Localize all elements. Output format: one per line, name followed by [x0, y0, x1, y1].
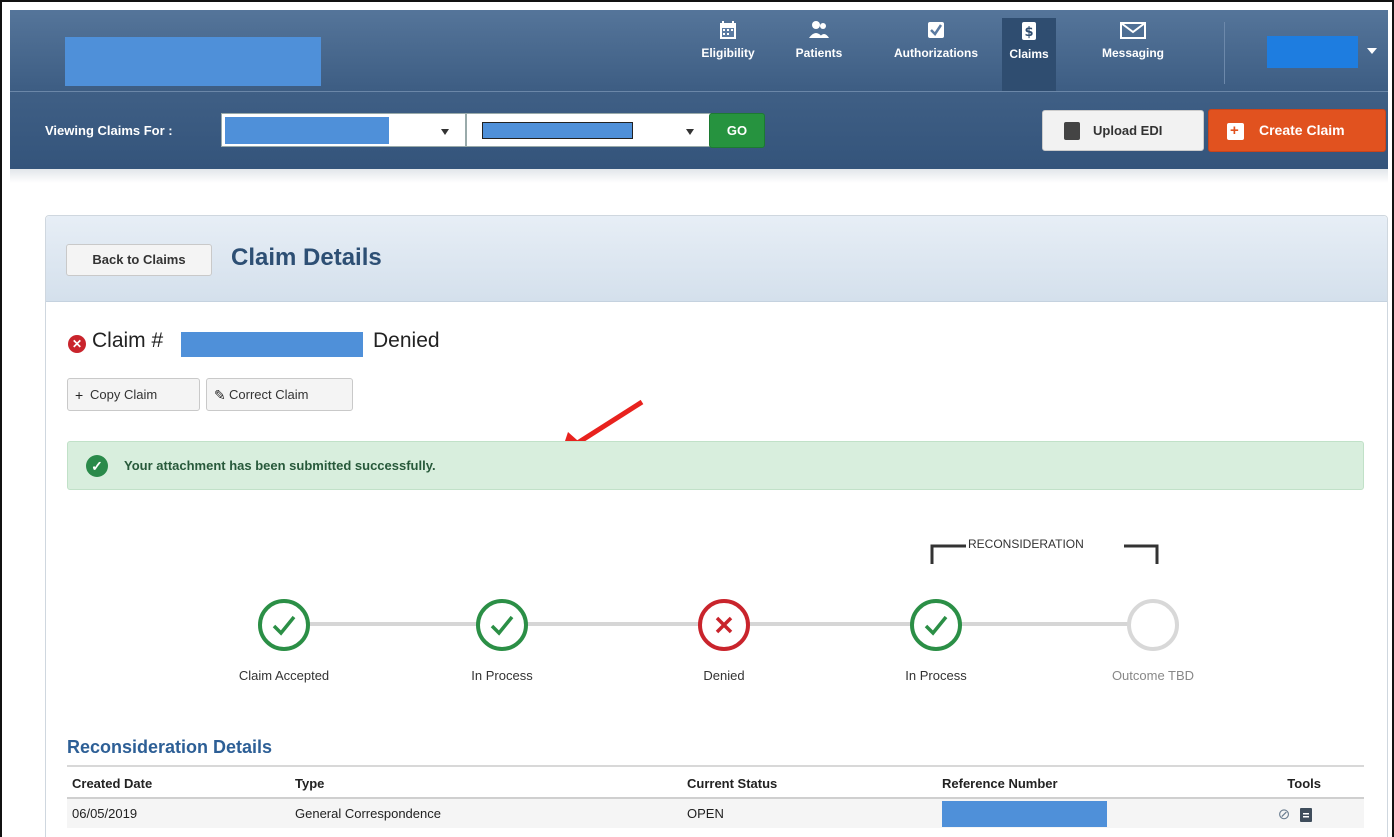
copy-claim-label: Copy Claim [90, 387, 158, 402]
nav-claims-label: Claims [1009, 47, 1049, 61]
column-header[interactable]: Current Status [687, 769, 942, 799]
column-header: Tools [1247, 769, 1364, 799]
location-select-value [482, 122, 633, 139]
provider-select[interactable] [221, 113, 466, 147]
check-icon [924, 615, 948, 636]
envelope-icon [1120, 22, 1146, 39]
nav-authorizations-label: Authorizations [894, 46, 978, 60]
step-outcome-tbd [1127, 599, 1179, 651]
correct-claim-label: Correct Claim [229, 387, 309, 402]
viewing-claims-label: Viewing Claims For : [45, 123, 173, 138]
reconsideration-details-title: Reconsideration Details [67, 737, 273, 757]
logo[interactable] [65, 37, 321, 86]
reconsideration-group-label: RECONSIDERATION [968, 537, 1084, 551]
claim-number-prefix: Claim # [92, 329, 164, 352]
create-claim-label: Create Claim [1259, 122, 1345, 138]
column-header[interactable]: Reference Number [942, 769, 1247, 799]
success-message: Your attachment has been submitted succe… [124, 458, 436, 473]
people-icon [809, 21, 829, 38]
success-alert: ✓ Your attachment has been submitted suc… [67, 441, 1364, 490]
check-icon [490, 615, 514, 636]
checkbox-icon [928, 22, 944, 38]
table-row[interactable]: 06/05/2019 General Correspondence OPEN ⊘ [67, 798, 1364, 828]
nav-eligibility-label: Eligibility [701, 46, 755, 60]
plus-icon: + [75, 387, 84, 403]
nav-eligibility[interactable]: Eligibility [694, 20, 762, 90]
claim-details-panel: Back to Claims Claim Details ✕ Claim # D… [45, 215, 1388, 837]
provider-select-value [225, 117, 389, 144]
chevron-down-icon[interactable] [1367, 48, 1377, 54]
chevron-down-icon [686, 129, 694, 135]
reference-number[interactable] [942, 800, 1107, 827]
back-to-claims-button[interactable]: Back to Claims [66, 244, 212, 276]
toolbar-shadow [10, 169, 1388, 183]
step-claim-accepted [258, 599, 310, 651]
step-label: Claim Accepted [238, 668, 330, 683]
section-divider [67, 765, 1364, 767]
nav-patients-label: Patients [795, 46, 843, 60]
status-cell: OPEN [687, 798, 942, 828]
document-icon[interactable] [1300, 808, 1312, 823]
step-label: In Process [905, 668, 967, 683]
upload-edi-button[interactable]: Upload EDI [1042, 110, 1204, 151]
correct-claim-button[interactable]: ✎ Correct Claim [206, 378, 353, 411]
check-icon [272, 615, 296, 636]
check-circle-icon: ✓ [86, 455, 108, 477]
step-label: In Process [471, 668, 533, 683]
upload-file-icon [1064, 122, 1080, 140]
nav-messaging[interactable]: Messaging [1088, 20, 1178, 90]
upload-edi-label: Upload EDI [1093, 123, 1163, 138]
reconsideration-table: Created Date Type Current Status Referen… [67, 769, 1364, 828]
step-denied [698, 599, 750, 651]
column-header[interactable]: Created Date [67, 769, 295, 799]
user-menu[interactable] [1267, 36, 1358, 68]
app-frame: Eligibility Patients Authorizations $ Cl… [0, 0, 1394, 837]
nav-patients[interactable]: Patients [790, 20, 848, 90]
dollar-icon: $ [1022, 22, 1036, 40]
calendar-icon [720, 21, 736, 39]
denied-icon: ✕ [68, 335, 86, 353]
create-claim-button[interactable]: Create Claim [1208, 109, 1386, 152]
type-cell: General Correspondence [295, 798, 687, 828]
nav-claims[interactable]: $ Claims [1002, 18, 1056, 91]
reference-number-cell [942, 798, 1247, 828]
table-header-row: Created Date Type Current Status Referen… [67, 769, 1364, 799]
nav-divider [1224, 22, 1225, 84]
column-header[interactable]: Type [295, 769, 687, 799]
page-title: Claim Details [231, 244, 382, 271]
close-icon [715, 616, 733, 634]
claims-toolbar: Viewing Claims For : GO Upload EDI Creat… [10, 91, 1388, 169]
tools-cell: ⊘ [1247, 798, 1364, 828]
claim-status: Denied [373, 329, 440, 352]
go-button[interactable]: GO [709, 113, 765, 148]
nav-authorizations[interactable]: Authorizations [880, 20, 992, 90]
svg-text:$: $ [1024, 25, 1033, 40]
created-date-cell: 06/05/2019 [67, 798, 295, 828]
panel-header: Back to Claims Claim Details [46, 216, 1387, 302]
paperclip-icon[interactable]: ⊘ [1278, 806, 1291, 823]
step-label: Outcome TBD [1111, 668, 1195, 683]
nav-messaging-label: Messaging [1101, 46, 1164, 60]
chevron-down-icon [441, 129, 449, 135]
step-in-process [476, 599, 528, 651]
pencil-icon: ✎ [214, 387, 226, 403]
add-file-icon [1227, 110, 1244, 151]
step-reconsideration-in-process [910, 599, 962, 651]
top-nav: Eligibility Patients Authorizations $ Cl… [10, 10, 1388, 91]
claim-number [181, 332, 363, 357]
location-select[interactable] [466, 113, 711, 147]
step-label: Denied [703, 668, 745, 683]
copy-claim-button[interactable]: + Copy Claim [67, 378, 200, 411]
